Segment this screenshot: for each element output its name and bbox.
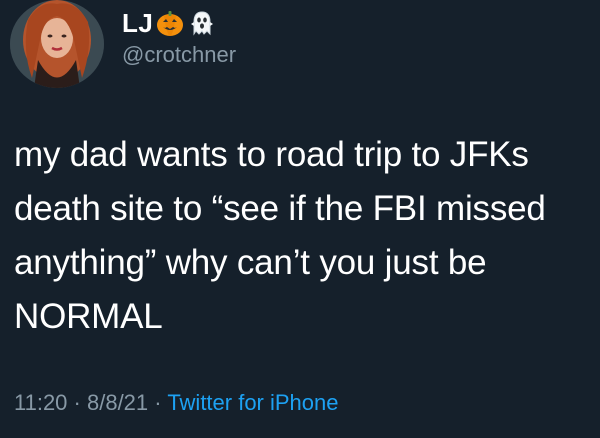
avatar-image [10, 0, 104, 88]
jack-o-lantern-icon [155, 8, 185, 38]
tweet-text-line: my dad wants to road trip to JFKs [14, 135, 529, 174]
tweet-time[interactable]: 11:20 [14, 390, 67, 415]
display-name[interactable]: LJ [122, 8, 153, 39]
display-name-row[interactable]: LJ [122, 6, 217, 40]
tweet-text: my dad wants to road trip to JFKs death … [14, 128, 594, 344]
meta-separator: · [67, 390, 87, 415]
tweet-card: LJ @crotchner my dad wants to road trip … [0, 0, 600, 438]
tweet-text-line: NORMAL [14, 297, 163, 336]
tweet-meta: 11:20 · 8/8/21 · Twitter for iPhone [14, 390, 339, 416]
tweet-text-line: anything” why can’t you just be [14, 243, 487, 282]
ghost-icon [187, 8, 217, 38]
tweet-text-line: death site to “see if the FBI missed [14, 189, 546, 228]
tweet-source-link[interactable]: Twitter for iPhone [167, 390, 338, 415]
user-handle[interactable]: @crotchner [122, 42, 236, 68]
avatar[interactable] [10, 0, 104, 88]
tweet-date[interactable]: 8/8/21 [87, 390, 148, 415]
meta-separator: · [148, 390, 168, 415]
